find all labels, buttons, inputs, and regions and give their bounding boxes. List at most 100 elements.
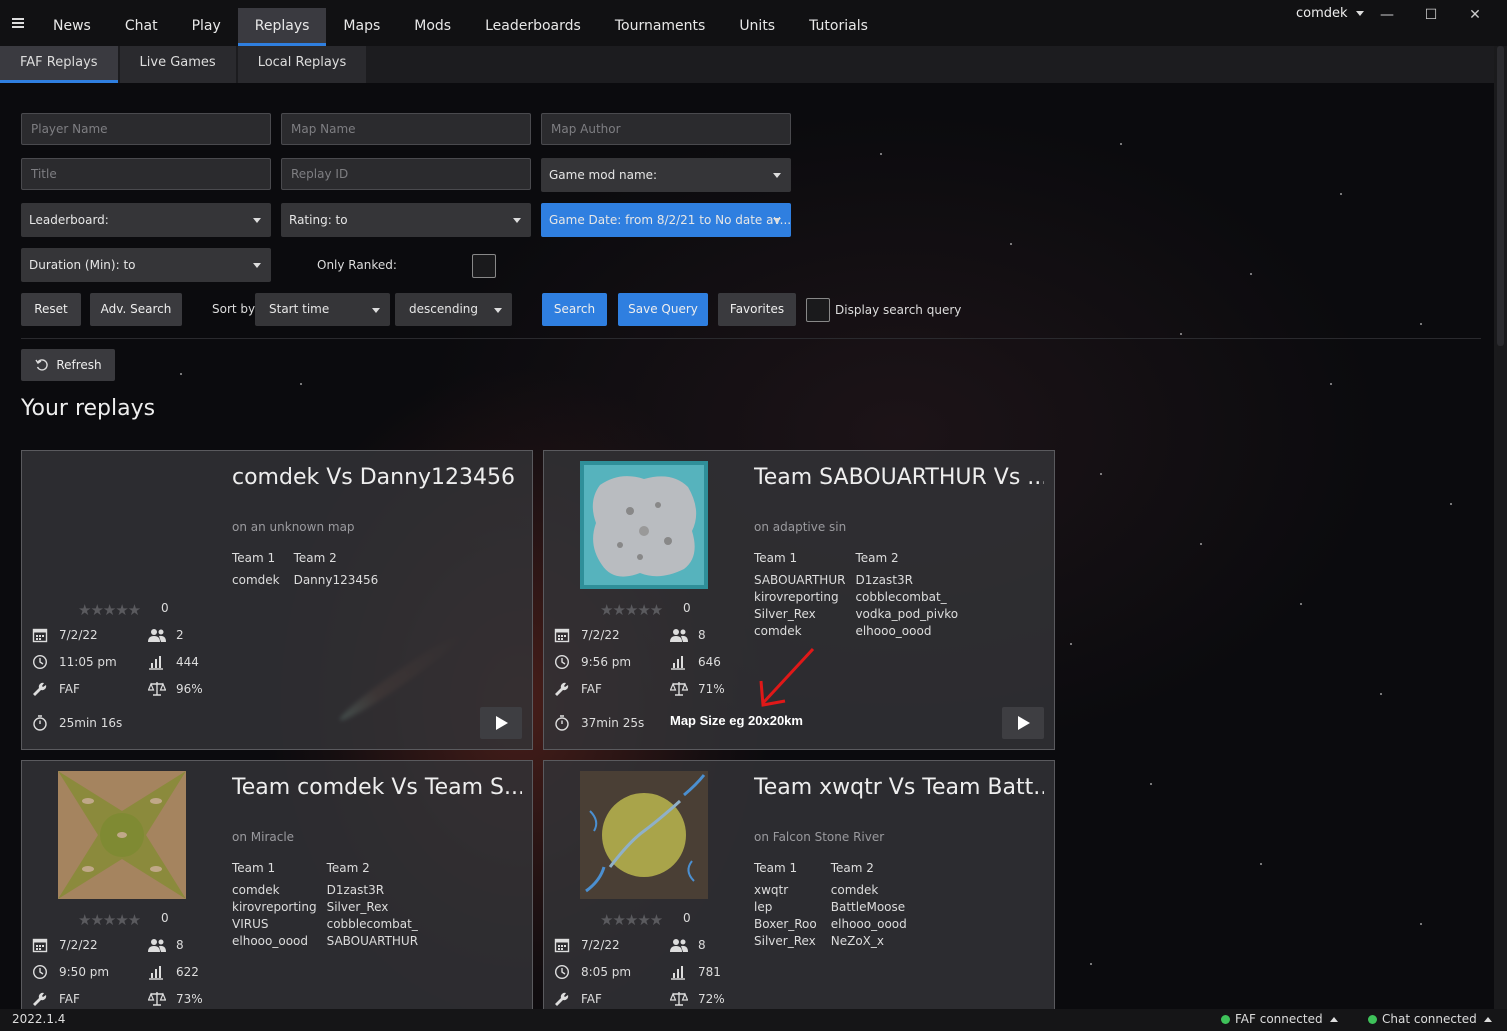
player-name[interactable]: Silver_Rex <box>754 933 817 950</box>
average-rating: 781 <box>698 965 721 979</box>
tab-tutorials[interactable]: Tutorials <box>792 8 885 46</box>
player-name[interactable]: Boxer_Roo <box>754 916 817 933</box>
clock-icon <box>554 654 570 670</box>
scroll-thumb[interactable] <box>1497 46 1504 346</box>
player-name[interactable]: kirovreporting <box>754 589 845 606</box>
replay-id-field[interactable] <box>291 159 530 189</box>
search-button[interactable]: Search <box>542 293 607 326</box>
tab-news[interactable]: News <box>36 8 108 46</box>
player-name[interactable]: BattleMoose <box>831 899 907 916</box>
star-rating[interactable]: ★★★★★ <box>78 601 141 619</box>
refresh-icon <box>35 359 48 371</box>
player-name-field[interactable] <box>31 114 270 144</box>
player-name[interactable]: D1zast3R <box>327 882 418 899</box>
game-mod-dropdown[interactable]: Game mod name: <box>541 158 791 192</box>
tab-chat[interactable]: Chat <box>108 8 175 46</box>
player-name[interactable]: NeZoX_x <box>831 933 907 950</box>
wrench-icon <box>555 682 569 696</box>
chevron-down-icon <box>372 308 380 313</box>
balance-icon <box>670 682 688 696</box>
faf-connection-status[interactable]: FAF connected <box>1221 1012 1338 1026</box>
replay-card[interactable]: Team xwqtr Vs Team Batt... on Falcon Sto… <box>543 760 1055 1009</box>
map-author-input[interactable] <box>541 113 791 145</box>
replay-card[interactable]: Team comdek Vs Team S... on Miracle Team… <box>21 760 533 1009</box>
status-dot-icon <box>1221 1015 1230 1024</box>
tab-replays[interactable]: Replays <box>237 8 327 46</box>
player-name[interactable]: comdek <box>232 572 280 589</box>
tab-maps[interactable]: Maps <box>326 8 397 46</box>
refresh-button[interactable]: Refresh <box>21 349 115 381</box>
map-author-field[interactable] <box>551 114 790 144</box>
duration-dropdown[interactable]: Duration (Min): to <box>21 248 271 282</box>
tab-faf-replays[interactable]: FAF Replays <box>0 46 118 83</box>
play-button[interactable] <box>480 707 522 739</box>
chevron-down-icon <box>253 218 261 223</box>
scrollbar[interactable] <box>1494 46 1507 1009</box>
player-name[interactable]: elhooo_oood <box>855 623 958 640</box>
tab-play[interactable]: Play <box>175 8 238 46</box>
player-name-input[interactable] <box>21 113 271 145</box>
player-name[interactable]: comdek <box>232 882 317 899</box>
map-name-field[interactable] <box>291 114 530 144</box>
chat-connection-status[interactable]: Chat connected <box>1368 1012 1492 1026</box>
wrench-icon <box>33 992 47 1006</box>
reset-button[interactable]: Reset <box>21 293 81 326</box>
balance-icon <box>148 682 166 696</box>
player-name[interactable]: xwqtr <box>754 882 817 899</box>
player-name[interactable]: comdek <box>754 623 845 640</box>
player-name[interactable]: elhooo_oood <box>232 933 317 950</box>
player-name[interactable]: lep <box>754 899 817 916</box>
menu-icon[interactable] <box>12 18 24 28</box>
player-name[interactable]: SABOUARTHUR <box>327 933 418 950</box>
replay-map: on an unknown map <box>232 520 355 534</box>
replay-id-input[interactable] <box>281 158 531 190</box>
leaderboard-dropdown[interactable]: Leaderboard: <box>21 203 271 237</box>
close-button[interactable]: ✕ <box>1464 4 1486 26</box>
star-rating[interactable]: ★★★★★ <box>600 911 663 929</box>
player-name[interactable]: SABOUARTHUR <box>754 572 845 589</box>
user-menu[interactable]: comdek <box>1296 6 1364 21</box>
player-name[interactable]: Silver_Rex <box>327 899 418 916</box>
minimize-button[interactable]: — <box>1376 4 1398 26</box>
tab-tournaments[interactable]: Tournaments <box>598 8 722 46</box>
player-name[interactable]: comdek <box>831 882 907 899</box>
rating-dropdown[interactable]: Rating: to <box>281 203 531 237</box>
tab-mods[interactable]: Mods <box>397 8 468 46</box>
title-input[interactable] <box>21 158 271 190</box>
only-ranked-checkbox[interactable] <box>472 254 496 278</box>
player-name[interactable]: Danny123456 <box>294 572 379 589</box>
tab-units[interactable]: Units <box>722 8 792 46</box>
replay-time: 8:05 pm <box>581 965 632 979</box>
favorites-button[interactable]: Favorites <box>718 293 796 326</box>
team2-label: Team 2 <box>293 551 337 565</box>
player-name[interactable]: vodka_pod_pivko <box>855 606 958 623</box>
display-query-checkbox[interactable] <box>806 298 830 322</box>
team1-label: Team 1 <box>232 551 276 565</box>
game-mod: FAF <box>581 682 602 696</box>
tab-local-replays[interactable]: Local Replays <box>237 46 367 83</box>
players-icon <box>670 629 688 642</box>
play-button[interactable] <box>1002 707 1044 739</box>
player-name[interactable]: D1zast3R <box>855 572 958 589</box>
title-field[interactable] <box>31 159 270 189</box>
game-date-dropdown[interactable]: Game Date: from 8/2/21 to No date av... <box>541 203 791 237</box>
tab-leaderboards[interactable]: Leaderboards <box>468 8 598 46</box>
players-icon <box>670 939 688 952</box>
player-name[interactable]: cobblecombat_ <box>327 916 418 933</box>
replay-card[interactable]: comdek Vs Danny123456 on an unknown map … <box>21 450 533 750</box>
sort-order-dropdown[interactable]: descending <box>395 293 512 326</box>
save-query-button[interactable]: Save Query <box>618 293 708 326</box>
adv-search-button[interactable]: Adv. Search <box>90 293 182 326</box>
stopwatch-icon <box>33 715 47 731</box>
player-name[interactable]: Silver_Rex <box>754 606 845 623</box>
sort-field-dropdown[interactable]: Start time <box>255 293 390 326</box>
player-name[interactable]: VIRUS <box>232 916 317 933</box>
star-rating[interactable]: ★★★★★ <box>600 601 663 619</box>
star-rating[interactable]: ★★★★★ <box>78 911 141 929</box>
player-name[interactable]: elhooo_oood <box>831 916 907 933</box>
maximize-button[interactable]: ☐ <box>1420 4 1442 26</box>
map-name-input[interactable] <box>281 113 531 145</box>
player-name[interactable]: cobblecombat_ <box>855 589 958 606</box>
player-name[interactable]: kirovreporting <box>232 899 317 916</box>
tab-live-games[interactable]: Live Games <box>119 46 236 83</box>
